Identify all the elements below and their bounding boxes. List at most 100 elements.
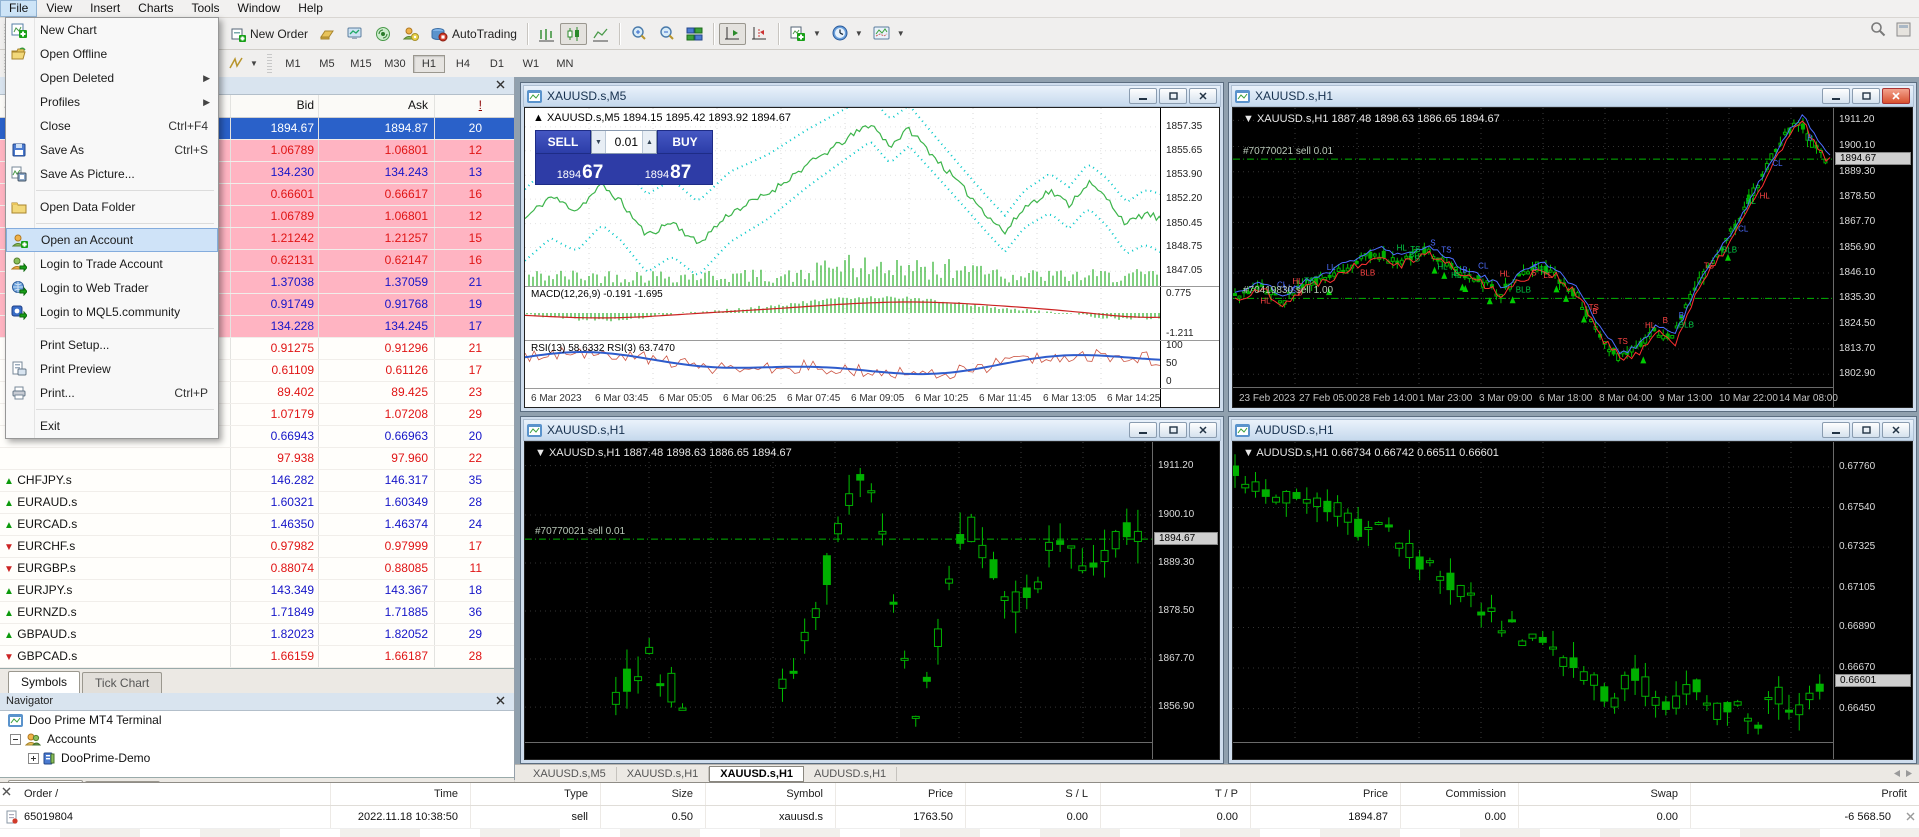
- terminal-partial-row[interactable]: [0, 828, 1919, 837]
- terminal-column-10[interactable]: Swap: [1518, 783, 1678, 805]
- market-watch-row-eurchf-s[interactable]: ▼ EURCHF.s0.979820.9799917: [0, 536, 514, 558]
- terminal-column-2[interactable]: Type: [470, 783, 588, 805]
- restore-button[interactable]: [1159, 422, 1187, 438]
- chart-area-xauusd-h1-bottom[interactable]: ▼ XAUUSD.s,H1 1887.48 1898.63 1886.65 18…: [524, 441, 1220, 760]
- menu-charts[interactable]: Charts: [129, 0, 182, 17]
- menu-window[interactable]: Window: [229, 0, 290, 17]
- timeframe-d1[interactable]: D1: [481, 55, 513, 73]
- chart-tab-audusd-s-h1[interactable]: AUDUSD.s,H1: [804, 767, 897, 781]
- restore-button[interactable]: [1852, 88, 1880, 104]
- collapse-box-icon[interactable]: [10, 734, 21, 745]
- market-watch-row[interactable]: 97.93897.96022: [0, 448, 514, 470]
- toolbar-grip[interactable]: [267, 54, 272, 74]
- market-watch-row-eurgbp-s[interactable]: ▼ EURGBP.s0.880740.8808511: [0, 558, 514, 580]
- timeframe-m5[interactable]: M5: [311, 55, 343, 73]
- tab-symbols[interactable]: Symbols: [8, 671, 80, 694]
- volume-up-icon[interactable]: ▲: [642, 131, 656, 153]
- chart-tab-xauusd-s-m5[interactable]: XAUUSD.s,M5: [523, 767, 617, 781]
- minimize-button[interactable]: [1822, 422, 1850, 438]
- terminal-column-8[interactable]: Price: [1250, 783, 1388, 805]
- file-menu-item-close[interactable]: CloseCtrl+F4: [6, 114, 218, 138]
- zoom-out-icon[interactable]: [653, 22, 681, 45]
- chart-window-xauusd-m5[interactable]: XAUUSD.s,M5 ▲ XAUUSD.s,M5 1894.15 1895.4…: [520, 82, 1224, 412]
- chart-window-audusd-h1[interactable]: AUDUSD.s,H1 ▼ AUDUSD.s,H1 0.66734 0.6674…: [1228, 416, 1917, 764]
- terminal-column-11[interactable]: Profit: [1690, 783, 1907, 805]
- tab-tick-chart[interactable]: Tick Chart: [82, 672, 162, 693]
- market-watch-row-euraud-s[interactable]: ▲ EURAUD.s1.603211.6034928: [0, 492, 514, 514]
- chart-tab-xauusd-s-h1[interactable]: XAUUSD.s,H1: [709, 766, 804, 782]
- menu-insert[interactable]: Insert: [81, 0, 129, 17]
- line-chart-icon[interactable]: [587, 23, 614, 45]
- expand-box-icon[interactable]: [28, 753, 39, 764]
- market-watch-row-eurjpy-s[interactable]: ▲ EURJPY.s143.349143.36718: [0, 580, 514, 602]
- terminal-column-6[interactable]: S / L: [965, 783, 1088, 805]
- navigator-item-dooprime-demo[interactable]: DooPrime-Demo: [0, 749, 514, 768]
- tile-windows-icon[interactable]: [681, 23, 708, 45]
- close-button[interactable]: [1189, 422, 1217, 438]
- market-watch-row-chfjpy-s[interactable]: ▲ CHFJPY.s146.282146.31735: [0, 470, 514, 492]
- chart-area-audusd-h1[interactable]: ▼ AUDUSD.s,H1 0.66734 0.66742 0.66511 0.…: [1232, 441, 1913, 760]
- terminal-column-4[interactable]: Symbol: [705, 783, 823, 805]
- chart-window-titlebar[interactable]: XAUUSD.s,H1: [523, 419, 1221, 441]
- minimize-button[interactable]: [1129, 422, 1157, 438]
- navigator-titlebar[interactable]: Navigator: [0, 693, 514, 711]
- timeframe-h1[interactable]: H1: [413, 55, 445, 73]
- file-menu-item-new-chart[interactable]: New Chart: [6, 18, 218, 42]
- menu-view[interactable]: View: [37, 0, 81, 17]
- terminal-column-1[interactable]: Time: [330, 783, 458, 805]
- templates-dropdown[interactable]: ▼: [868, 22, 910, 45]
- timeframe-m1[interactable]: M1: [277, 55, 309, 73]
- market-watch-row-eurnzd-s[interactable]: ▲ EURNZD.s1.718491.7188536: [0, 602, 514, 624]
- file-menu-item-login-to-mql5-community[interactable]: Login to MQL5.community: [6, 300, 218, 324]
- signal-icon[interactable]: [369, 23, 397, 45]
- file-menu-item-open-data-folder[interactable]: Open Data Folder: [6, 195, 218, 219]
- restore-button[interactable]: [1159, 88, 1187, 104]
- chart-window-titlebar[interactable]: AUDUSD.s,H1: [1231, 419, 1914, 441]
- file-menu-item-print[interactable]: Print...Ctrl+P: [6, 381, 218, 405]
- timeframe-m15[interactable]: M15: [345, 55, 377, 73]
- terminal-column-3[interactable]: Size: [600, 783, 693, 805]
- periods-dropdown[interactable]: ▼: [826, 22, 868, 45]
- market-watch-row-gbpaud-s[interactable]: ▲ GBPAUD.s1.820231.8205229: [0, 624, 514, 646]
- close-position-icon[interactable]: [1906, 812, 1915, 821]
- chart-area-xauusd-m5[interactable]: ▲ XAUUSD.s,M5 1894.15 1895.42 1893.92 18…: [524, 107, 1220, 408]
- autotrading-button[interactable]: AutoTrading: [425, 23, 522, 45]
- close-button[interactable]: [1882, 88, 1910, 104]
- file-menu-item-open-offline[interactable]: Open Offline: [6, 42, 218, 66]
- terminal-column-5[interactable]: Price: [835, 783, 953, 805]
- timeframe-h4[interactable]: H4: [447, 55, 479, 73]
- restore-button[interactable]: [1852, 422, 1880, 438]
- terminal-column-7[interactable]: T / P: [1100, 783, 1238, 805]
- market-watch-row-gbpcad-s[interactable]: ▼ GBPCAD.s1.661591.6618728: [0, 646, 514, 668]
- terminal-column-9[interactable]: Commission: [1400, 783, 1506, 805]
- navigator-item-doo-prime-mt4-terminal[interactable]: Doo Prime MT4 Terminal: [0, 711, 514, 730]
- file-menu-item-open-an-account[interactable]: Open an Account: [6, 228, 218, 252]
- file-menu-item-print-setup[interactable]: Print Setup...: [6, 333, 218, 357]
- zoom-in-icon[interactable]: [625, 22, 653, 45]
- file-menu-item-login-to-trade-account[interactable]: Login to Trade Account: [6, 252, 218, 276]
- menu-help[interactable]: Help: [289, 0, 332, 17]
- workspace-icon[interactable]: [1896, 22, 1911, 37]
- candlestick-icon[interactable]: [560, 23, 587, 45]
- menu-file[interactable]: File: [0, 0, 37, 17]
- file-menu-item-print-preview[interactable]: Print Preview: [6, 357, 218, 381]
- file-menu-item-save-as-picture[interactable]: Save As Picture...: [6, 162, 218, 186]
- order-row[interactable]: 650198042022.11.18 10:38:50sell0.50xauus…: [0, 806, 1919, 828]
- volume-down-icon[interactable]: ▼: [592, 131, 606, 153]
- menu-tools[interactable]: Tools: [183, 0, 229, 17]
- close-button[interactable]: [1882, 422, 1910, 438]
- volume-stepper[interactable]: ▼ 0.01 ▲: [591, 130, 657, 154]
- new-order-button[interactable]: New Order: [225, 23, 313, 45]
- chart-area-xauusd-h1-top[interactable]: ▼ XAUUSD.s,H1 1887.48 1898.63 1886.65 18…: [1232, 107, 1913, 408]
- terminal-header[interactable]: Order /Time Type Size Symbol Price S / L T / P…: [0, 783, 1919, 806]
- buy-button[interactable]: BUY: [657, 130, 713, 154]
- sell-button[interactable]: SELL: [535, 130, 591, 154]
- chart-window-xauusd-h1-top[interactable]: XAUUSD.s,H1 ▼ XAUUSD.s,H1 1887.48 1898.6…: [1228, 82, 1917, 412]
- bar-chart-icon[interactable]: [533, 23, 560, 45]
- volume-value[interactable]: 0.01: [606, 135, 642, 149]
- close-icon[interactable]: [496, 80, 506, 90]
- file-menu-item-exit[interactable]: Exit: [6, 414, 218, 438]
- market-watch-row-eurcad-s[interactable]: ▲ EURCAD.s1.463501.4637424: [0, 514, 514, 536]
- terminal-column-0[interactable]: Order /: [0, 783, 342, 805]
- sell-price[interactable]: 189467: [536, 154, 624, 184]
